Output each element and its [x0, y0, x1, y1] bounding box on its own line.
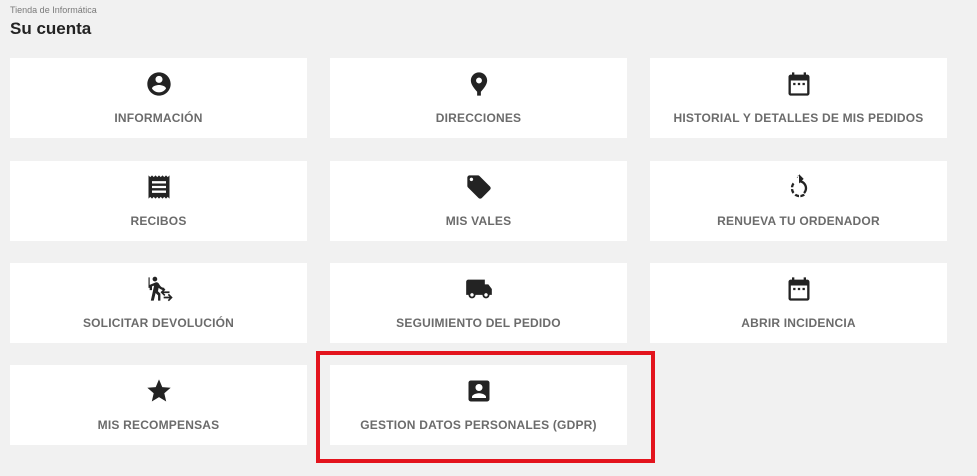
return-walk-icon	[145, 275, 173, 303]
card-label: SEGUIMIENTO DEL PEDIDO	[396, 316, 561, 330]
card-abrir-incidencia[interactable]: ABRIR INCIDENCIA	[650, 263, 947, 343]
card-recibos[interactable]: RECIBOS	[10, 161, 307, 241]
card-renueva-ordenador[interactable]: RENUEVA TU ORDENADOR	[650, 161, 947, 241]
renew-icon	[785, 173, 813, 201]
location-pin-icon	[465, 70, 493, 98]
account-circle-icon	[145, 70, 173, 98]
card-mis-recompensas[interactable]: MIS RECOMPENSAS	[10, 365, 307, 445]
card-label: MIS VALES	[445, 214, 512, 228]
tag-icon	[465, 173, 493, 201]
contact-box-icon	[465, 377, 493, 405]
card-gestion-datos-gdpr[interactable]: GESTION DATOS PERSONALES (GDPR)	[330, 365, 627, 445]
card-label: INFORMACIÓN	[114, 111, 203, 125]
card-solicitar-devolucion[interactable]: SOLICITAR DEVOLUCIÓN	[10, 263, 307, 343]
card-seguimiento-pedido[interactable]: SEGUIMIENTO DEL PEDIDO	[330, 263, 627, 343]
receipt-icon	[145, 173, 173, 201]
card-label: RENUEVA TU ORDENADOR	[717, 214, 880, 228]
truck-icon	[465, 275, 493, 303]
card-direcciones[interactable]: DIRECCIONES	[330, 58, 627, 138]
card-label: SOLICITAR DEVOLUCIÓN	[82, 316, 235, 330]
page-title: Su cuenta	[10, 19, 92, 38]
card-informacion[interactable]: INFORMACIÓN	[10, 58, 307, 138]
calendar-icon	[785, 275, 813, 303]
breadcrumb[interactable]: Tienda de Informática	[10, 5, 97, 15]
star-icon	[145, 377, 173, 405]
card-label: RECIBOS	[130, 214, 187, 228]
card-label: GESTION DATOS PERSONALES (GDPR)	[360, 418, 597, 432]
calendar-icon	[785, 70, 813, 98]
card-label: ABRIR INCIDENCIA	[741, 316, 856, 330]
card-label: DIRECCIONES	[435, 111, 522, 125]
card-label: MIS RECOMPENSAS	[97, 418, 220, 432]
card-label: HISTORIAL Y DETALLES DE MIS PEDIDOS	[673, 111, 924, 125]
card-mis-vales[interactable]: MIS VALES	[330, 161, 627, 241]
card-historial-pedidos[interactable]: HISTORIAL Y DETALLES DE MIS PEDIDOS	[650, 58, 947, 138]
